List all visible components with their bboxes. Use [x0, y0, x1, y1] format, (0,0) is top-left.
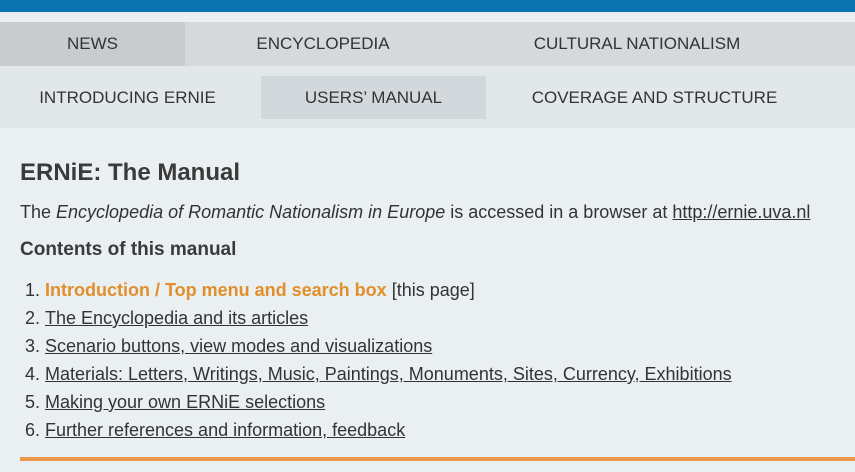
subnav-item-introducing-ernie[interactable]: INTRODUCING ERNIE [0, 76, 255, 119]
intro-middle: is accessed in a browser at [445, 202, 673, 222]
toc-link-materials[interactable]: Materials: Letters, Writings, Music, Pai… [45, 364, 732, 384]
top-spacer [0, 12, 855, 22]
subnav-item-label: USERS’ MANUAL [304, 87, 443, 107]
list-item: Scenario buttons, view modes and visuali… [45, 332, 835, 360]
toc-link-introduction[interactable]: Introduction / Top menu and search box [45, 280, 387, 300]
nav-item-label: ENCYCLOPEDIA [256, 34, 390, 53]
list-item: Making your own ERNiE selections [45, 388, 835, 416]
list-item: Introduction / Top menu and search box [… [45, 276, 835, 304]
main-content: ERNiE: The Manual The Encyclopedia of Ro… [0, 128, 855, 444]
toc-link-encyclopedia[interactable]: The Encyclopedia and its articles [45, 308, 308, 328]
subnav-item-label: COVERAGE AND STRUCTURE [531, 87, 778, 107]
top-accent-bar [0, 0, 855, 12]
toc-link-scenario-buttons[interactable]: Scenario buttons, view modes and visuali… [45, 336, 432, 356]
nav-item-cultural-nationalism[interactable]: CULTURAL NATIONALISM [461, 22, 813, 66]
nav-item-news[interactable]: NEWS [0, 22, 185, 66]
toc-link-selections[interactable]: Making your own ERNiE selections [45, 392, 325, 412]
subnav-item-coverage-and-structure[interactable]: COVERAGE AND STRUCTURE [492, 76, 817, 119]
nav-item-encyclopedia[interactable]: ENCYCLOPEDIA [185, 22, 461, 66]
secondary-nav: INTRODUCING ERNIE USERS’ MANUAL COVERAGE… [0, 66, 855, 128]
nav-item-label: NEWS [67, 34, 118, 53]
toc-link-references[interactable]: Further references and information, feed… [45, 420, 405, 440]
intro-paragraph: The Encyclopedia of Romantic Nationalism… [20, 200, 835, 224]
subnav-item-users-manual[interactable]: USERS’ MANUAL [261, 76, 486, 119]
ernie-url-link[interactable]: http://ernie.uva.nl [672, 202, 810, 222]
primary-nav: NEWS ENCYCLOPEDIA CULTURAL NATIONALISM [0, 22, 855, 66]
intro-prefix: The [20, 202, 57, 222]
nav-filler [813, 22, 855, 66]
list-item: The Encyclopedia and its articles [45, 304, 835, 332]
orange-divider [20, 457, 855, 461]
subnav-item-label: INTRODUCING ERNIE [39, 87, 216, 107]
encyclopedia-title: Encyclopedia of Romantic Nationalism in … [56, 202, 446, 222]
page-title: ERNiE: The Manual [20, 159, 241, 186]
toc-suffix: [this page] [386, 280, 475, 300]
contents-heading: Contents of this manual [20, 239, 237, 260]
manual-contents-list: Introduction / Top menu and search box [… [20, 276, 835, 444]
list-item: Materials: Letters, Writings, Music, Pai… [45, 360, 835, 388]
nav-item-label: CULTURAL NATIONALISM [533, 34, 741, 53]
list-item: Further references and information, feed… [45, 416, 835, 444]
